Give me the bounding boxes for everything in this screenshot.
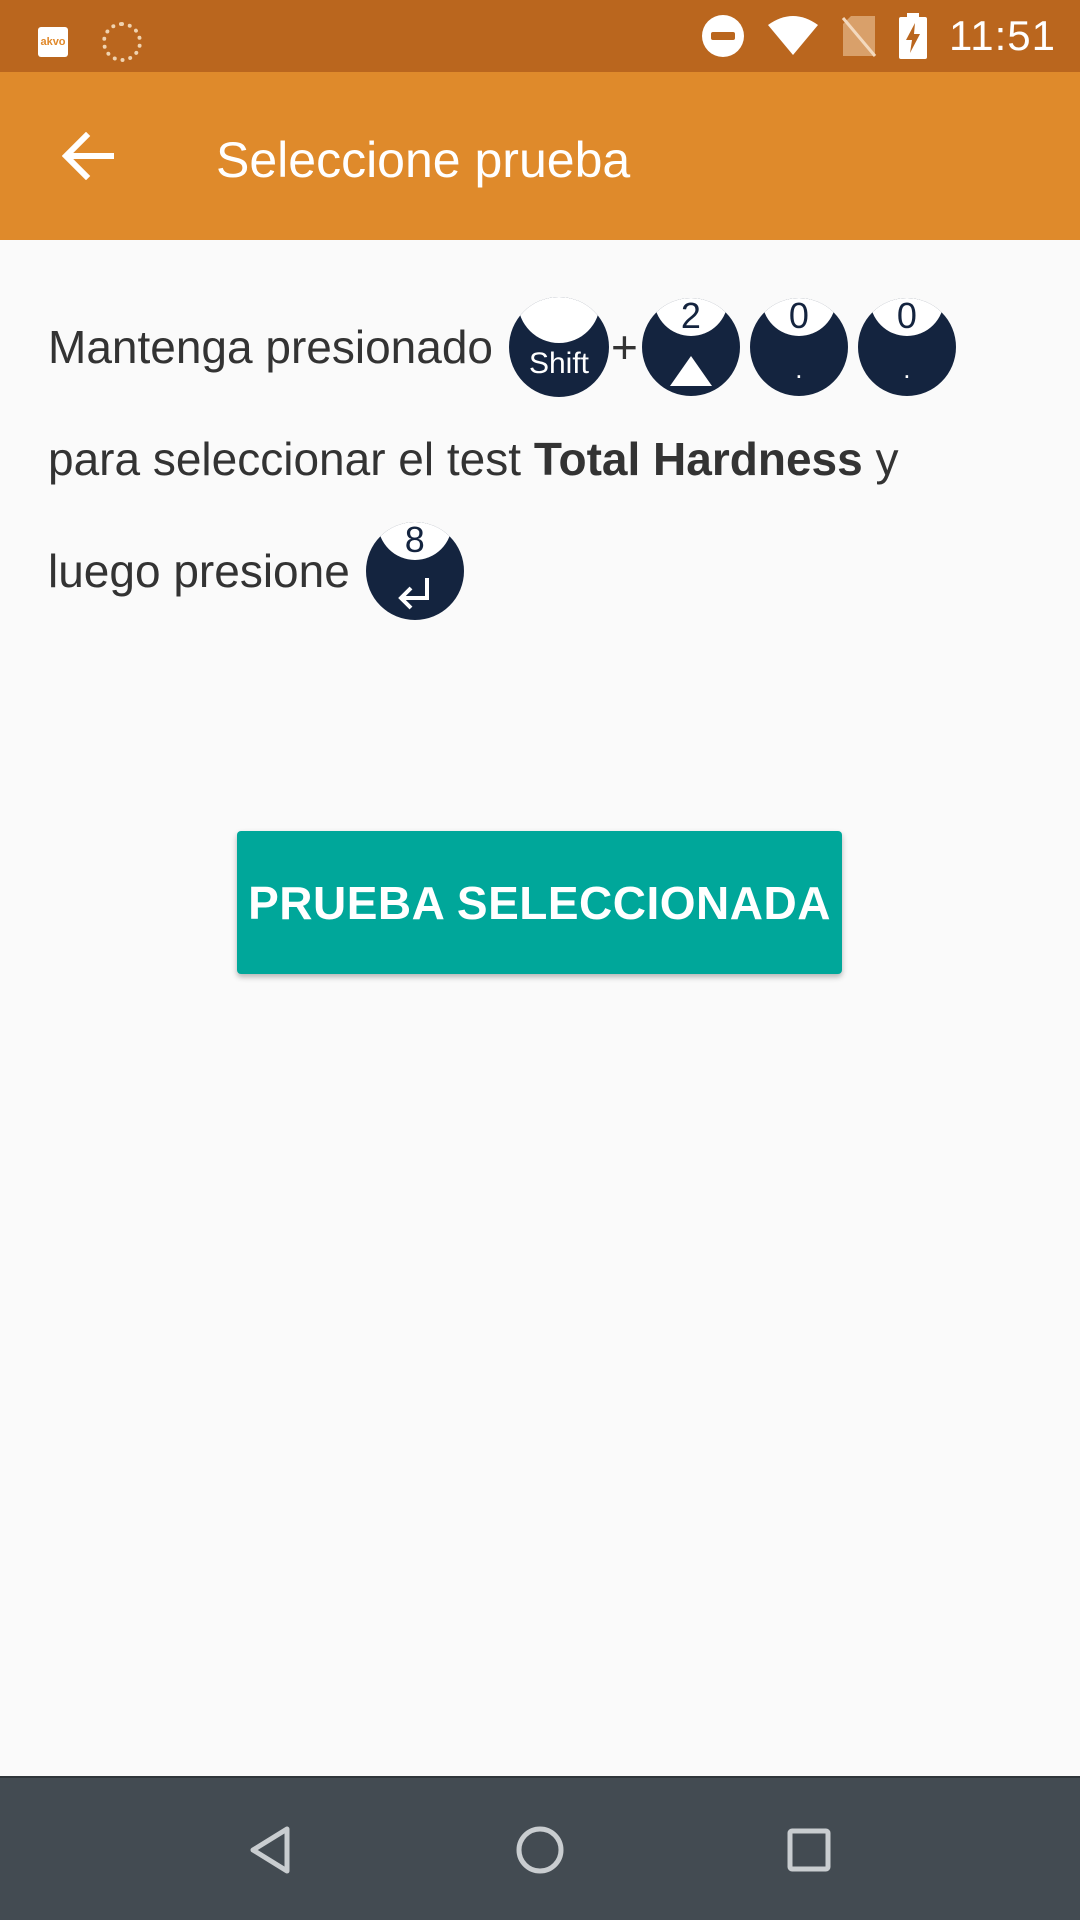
shift-key-icon: Shift [509,297,609,397]
key-2-label: 2 [680,298,701,336]
instruction-select-text: para seleccionar el test [48,433,534,485]
instruction-hold-text: Mantenga presionado [48,321,493,373]
key-0-dot-icon: 0 . [857,298,956,396]
instruction-line-2: para seleccionar el test Total Hardness … [48,404,899,514]
key-8-enter-icon: 8 [365,522,464,620]
key-0a-label: 0 [788,298,809,336]
screen: akvo 11:51 Seleccione prueba Mantenga pr… [0,0,1080,1920]
page-title: Seleccione prueba [216,132,631,188]
status-time: 11:51 [949,12,1056,59]
do-not-disturb-icon [701,14,745,58]
key-0b-dot: . [903,354,911,384]
key-8-label: 8 [404,522,425,560]
navigation-bar [0,1776,1080,1920]
notification-icons: akvo [38,14,142,62]
instruction-and-text: y [862,433,899,485]
no-sim-icon [841,14,877,58]
nav-home-button[interactable] [488,1798,592,1902]
app-bar: Seleccione prueba [0,72,1080,240]
back-triangle-icon [250,1826,290,1874]
test-name: Total Hardness [533,433,863,485]
key-2-up-icon: 2 [641,298,740,396]
back-button[interactable] [44,112,132,200]
home-circle-icon [516,1826,564,1874]
key-0-dot-icon: 0 . [749,298,848,396]
arrow-back-icon [62,132,114,180]
instruction-line-1: Mantenga presionado Shift + 2 0 . 0 . [48,292,956,402]
instruction-line-3: luego presione 8 [48,516,464,626]
enter-arrow-icon [366,570,464,612]
akvo-notification-icon: akvo [38,27,68,57]
akvo-icon-label: akvo [40,36,66,48]
loading-notification-icon [102,22,142,62]
system-icons: 11:51 [701,0,1056,72]
status-bar: akvo 11:51 [0,0,1080,72]
key-0b-label: 0 [896,298,917,336]
instruction-then-press-text: luego presione [48,545,350,597]
battery-charging-icon [899,13,927,59]
recents-square-icon [787,1828,831,1872]
wifi-icon [767,15,819,57]
test-selected-button[interactable]: PRUEBA SELECCIONADA [237,831,842,974]
up-triangle-icon [642,346,740,388]
nav-recents-button[interactable] [757,1798,861,1902]
key-0a-dot: . [795,354,803,384]
plus-sign: + [611,321,638,373]
nav-back-button[interactable] [218,1798,322,1902]
shift-key-label: Shift [528,347,590,380]
